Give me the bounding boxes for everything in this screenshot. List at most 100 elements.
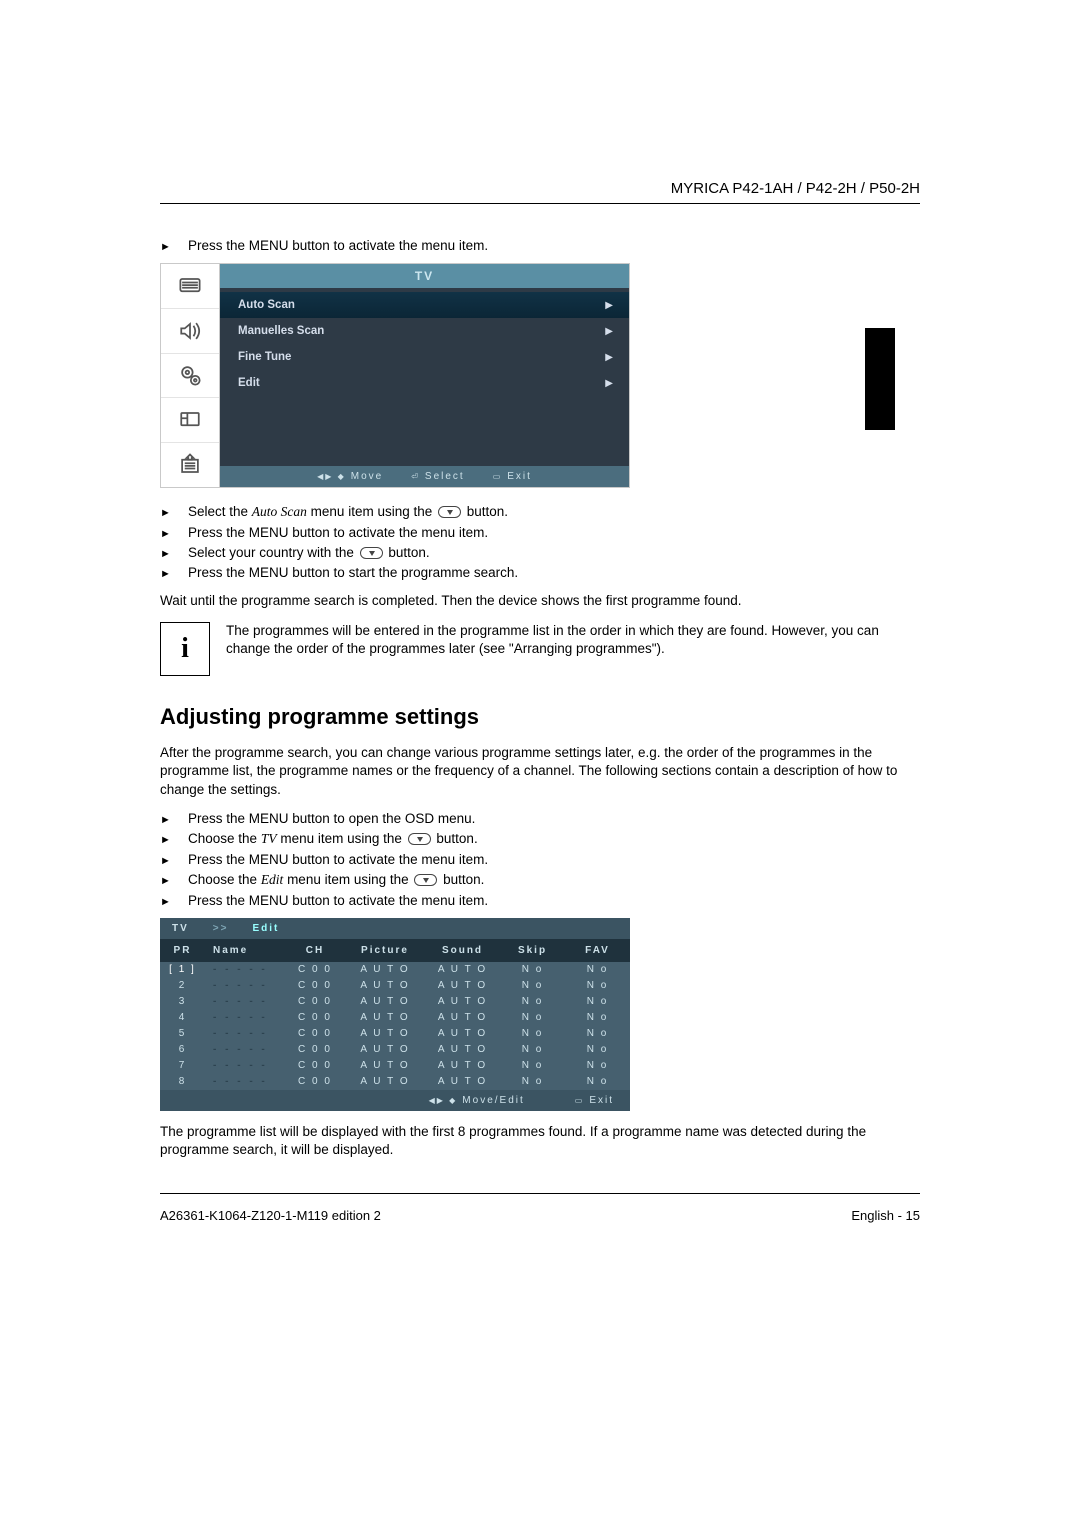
info-box: i The programmes will be entered in the … <box>160 622 920 676</box>
osd-breadcrumb: TV >> Edit <box>160 918 630 939</box>
cell-name: - - - - - <box>205 996 285 1007</box>
screen-icon <box>161 398 219 443</box>
table-row[interactable]: 4- - - - -C 0 0A U T OA U T ON oN o <box>160 1010 630 1026</box>
footer-exit: ▭Exit <box>493 471 532 482</box>
cell-skip: N o <box>500 1076 565 1087</box>
col-skip: Skip <box>500 945 565 956</box>
osd-menu-item[interactable]: Auto Scan ▶ <box>220 292 629 318</box>
cell-fav: N o <box>565 996 630 1007</box>
cell-name: - - - - - <box>205 1076 285 1087</box>
cell-ch: C 0 0 <box>285 964 345 975</box>
tv-icon <box>161 264 219 309</box>
cell-name: - - - - - <box>205 1044 285 1055</box>
osd-menu-item[interactable]: Edit ▶ <box>220 370 629 396</box>
cell-name: - - - - - <box>205 1060 285 1071</box>
cell-sound: A U T O <box>425 1012 500 1023</box>
cell-ch: C 0 0 <box>285 1028 345 1039</box>
cell-skip: N o <box>500 1028 565 1039</box>
divider-bottom <box>160 1193 920 1194</box>
step-item: Press the MENU button to activate the me… <box>160 238 920 253</box>
section-paragraph: After the programme search, you can chan… <box>160 744 920 799</box>
cell-skip: N o <box>500 996 565 1007</box>
osd-item-label: Auto Scan <box>238 299 605 311</box>
enter-icon: ⏎ <box>411 472 420 481</box>
cell-pr: 7 <box>160 1060 205 1071</box>
cell-ch: C 0 0 <box>285 1044 345 1055</box>
osd-tv-menu: TV Auto Scan ▶ Manuelles Scan ▶ Fine Tun… <box>160 263 630 488</box>
footer-exit: ▭Exit <box>575 1095 614 1106</box>
arrows-icon: ◀▶ ◆ <box>317 472 346 481</box>
cell-name: - - - - - <box>205 980 285 991</box>
table-row[interactable]: 8- - - - -C 0 0A U T OA U T ON oN o <box>160 1074 630 1090</box>
cell-pr: 8 <box>160 1076 205 1087</box>
table-row[interactable]: 5- - - - -C 0 0A U T OA U T ON oN o <box>160 1026 630 1042</box>
osd-body: Auto Scan ▶ Manuelles Scan ▶ Fine Tune ▶… <box>220 288 629 466</box>
cell-sound: A U T O <box>425 1028 500 1039</box>
bullet-arrow-icon <box>160 545 188 560</box>
osd-title: TV <box>220 264 629 288</box>
page-tab-black <box>865 328 895 430</box>
table-row[interactable]: 2- - - - -C 0 0A U T OA U T ON oN o <box>160 978 630 994</box>
cell-sound: A U T O <box>425 996 500 1007</box>
col-sound: Sound <box>425 945 500 956</box>
table-row[interactable]: 7- - - - -C 0 0A U T OA U T ON oN o <box>160 1058 630 1074</box>
cell-picture: A U T O <box>345 1044 425 1055</box>
cell-pr: 5 <box>160 1028 205 1039</box>
col-pr: PR <box>160 945 205 956</box>
cell-ch: C 0 0 <box>285 1012 345 1023</box>
cell-fav: N o <box>565 1076 630 1087</box>
cell-ch: C 0 0 <box>285 1060 345 1071</box>
footer-select: ⏎Select <box>411 471 465 482</box>
cell-picture: A U T O <box>345 996 425 1007</box>
osd-menu-item[interactable]: Manuelles Scan ▶ <box>220 318 629 344</box>
cell-name: - - - - - <box>205 1028 285 1039</box>
exit-icon: ▭ <box>493 472 503 481</box>
osd-item-label: Fine Tune <box>238 351 605 363</box>
cell-picture: A U T O <box>345 1076 425 1087</box>
step-item: Press the MENU button to activate the me… <box>160 525 920 540</box>
chevron-right-icon: ▶ <box>605 378 613 389</box>
footer-left: A26361-K1064-Z120-1-M119 edition 2 <box>160 1208 381 1223</box>
step-item: Choose the Edit menu item using the butt… <box>160 872 920 888</box>
bullet-arrow-icon <box>160 831 188 846</box>
divider-top <box>160 203 920 204</box>
cell-fav: N o <box>565 1044 630 1055</box>
step-text: Choose the Edit menu item using the butt… <box>188 872 920 888</box>
list-icon <box>161 443 219 487</box>
cell-fav: N o <box>565 980 630 991</box>
exit-icon: ▭ <box>575 1096 585 1105</box>
cell-skip: N o <box>500 1060 565 1071</box>
bullet-arrow-icon <box>160 525 188 540</box>
bullet-arrow-icon <box>160 872 188 887</box>
cell-pr: [ 1 ] <box>160 964 205 975</box>
cell-picture: A U T O <box>345 1012 425 1023</box>
chevron-right-icon: ▶ <box>605 352 613 363</box>
page-content: MYRICA P42-1AH / P42-2H / P50-2H Press t… <box>160 0 920 1223</box>
cell-sound: A U T O <box>425 1076 500 1087</box>
step-text: Choose the TV menu item using the button… <box>188 831 920 847</box>
post-table-paragraph: The programme list will be displayed wit… <box>160 1123 920 1159</box>
cell-pr: 4 <box>160 1012 205 1023</box>
crumb-sep: >> <box>213 923 229 934</box>
step-text: Press the MENU button to activate the me… <box>188 525 920 540</box>
osd-menu-item[interactable]: Fine Tune ▶ <box>220 344 629 370</box>
step-item: Select your country with the button. <box>160 545 920 560</box>
step-text: Press the MENU button to activate the me… <box>188 238 920 253</box>
bullet-arrow-icon <box>160 504 188 519</box>
table-row[interactable]: [ 1 ]- - - - -C 0 0A U T OA U T ON oN o <box>160 962 630 978</box>
cell-picture: A U T O <box>345 980 425 991</box>
table-row[interactable]: 6- - - - -C 0 0A U T OA U T ON oN o <box>160 1042 630 1058</box>
crumb-edit: Edit <box>252 923 279 934</box>
footer-move-edit: ◀▶ ◆Move/Edit <box>429 1095 525 1106</box>
bullet-arrow-icon <box>160 811 188 826</box>
footer-right: English - 15 <box>851 1208 920 1223</box>
settings-gear-icon <box>161 354 219 399</box>
cell-pr: 6 <box>160 1044 205 1055</box>
step-item: Press the MENU button to open the OSD me… <box>160 811 920 826</box>
step-item: Press the MENU button to activate the me… <box>160 893 920 908</box>
table-row[interactable]: 3- - - - -C 0 0A U T OA U T ON oN o <box>160 994 630 1010</box>
cell-picture: A U T O <box>345 964 425 975</box>
bullet-arrow-icon <box>160 893 188 908</box>
sound-icon <box>161 309 219 354</box>
step-text: Select the Auto Scan menu item using the… <box>188 504 920 520</box>
